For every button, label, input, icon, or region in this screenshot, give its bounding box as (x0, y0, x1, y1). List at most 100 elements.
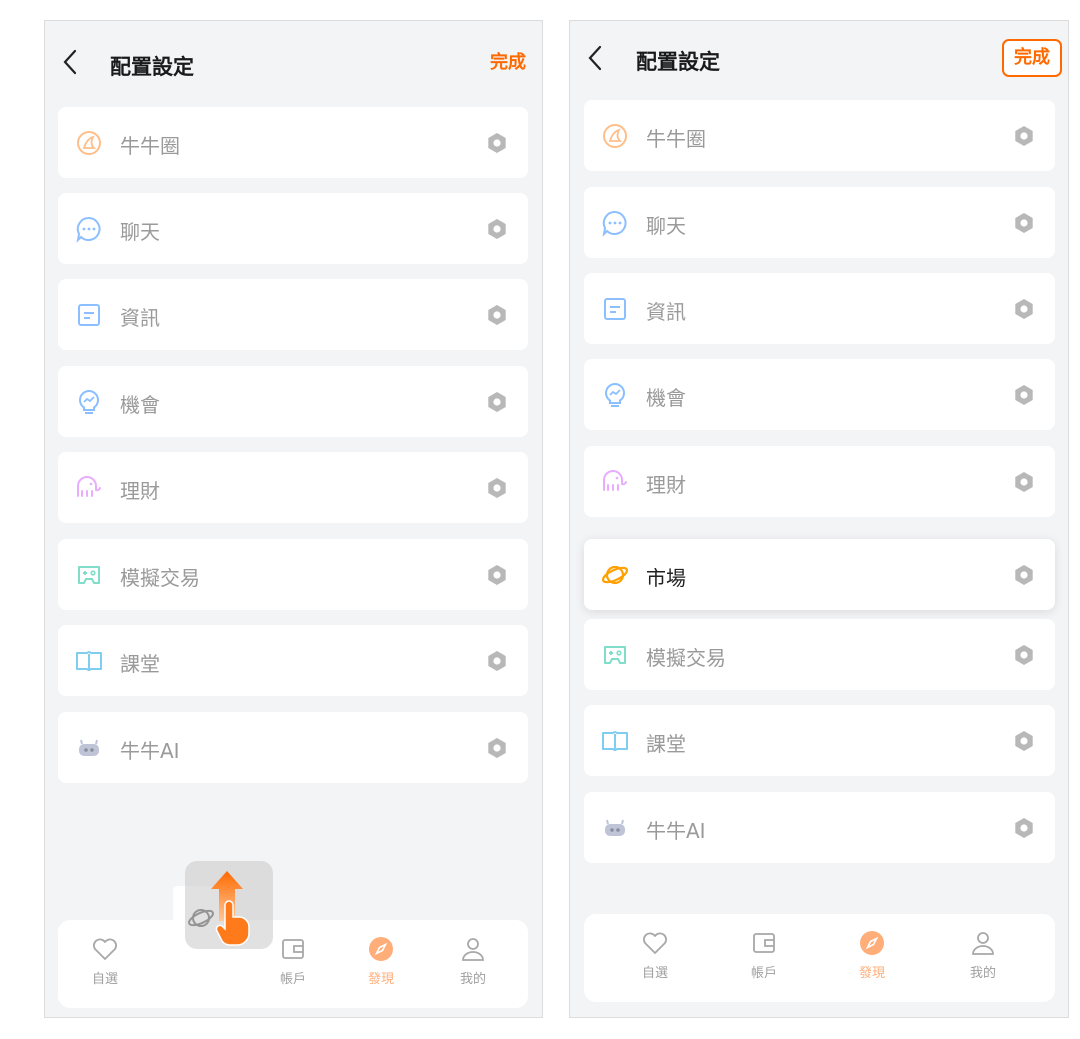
gear-icon[interactable] (1013, 564, 1035, 586)
config-row-market[interactable]: 市場 (584, 539, 1055, 610)
config-row-label: 機會 (120, 393, 160, 417)
gear-icon[interactable] (486, 650, 508, 672)
news-document-icon (604, 298, 626, 320)
gear-icon[interactable] (1013, 730, 1035, 752)
tab-me[interactable]: 我的 (953, 928, 1013, 988)
chat-bubble-icon (76, 216, 101, 243)
back-button[interactable] (584, 43, 608, 73)
bottom-tab-bar: 自選 帳戶 發現 我的 (58, 920, 528, 1008)
gear-icon[interactable] (1013, 644, 1035, 666)
config-row-chat[interactable]: 聊天 (58, 193, 528, 264)
config-row-paper-trading[interactable]: 模擬交易 (584, 619, 1055, 690)
compass-icon (860, 931, 884, 955)
done-button[interactable]: 完成 (490, 54, 526, 72)
tab-discover[interactable]: 發現 (842, 928, 902, 988)
config-row-label: 市場 (646, 566, 686, 590)
header: 配置設定 完成 (570, 21, 1068, 107)
gear-icon[interactable] (1013, 212, 1035, 234)
header: 配置設定 完成 (45, 21, 542, 107)
config-row-label: 牛牛AI (646, 819, 706, 843)
moments-icon (77, 131, 101, 155)
gear-icon[interactable] (1013, 817, 1035, 839)
gear-icon[interactable] (486, 564, 508, 586)
compass-icon (369, 937, 393, 961)
config-row-ai[interactable]: 牛牛AI (58, 712, 528, 783)
bottom-tab-bar: 自選 帳戶 發現 我的 (584, 914, 1055, 1002)
config-row-label: 牛牛圈 (646, 127, 706, 151)
page-title: 配置設定 (110, 55, 194, 79)
config-row-news[interactable]: 資訊 (584, 273, 1055, 344)
tab-label: 發現 (367, 972, 394, 987)
config-row-label: 理財 (120, 479, 160, 503)
gear-icon[interactable] (1013, 471, 1035, 493)
config-row-label: 理財 (646, 473, 686, 497)
config-row-label: 聊天 (120, 220, 160, 244)
config-row-wealth[interactable]: 理財 (58, 452, 528, 523)
planet-icon (601, 565, 629, 585)
tab-label: 我的 (459, 972, 486, 987)
config-row-label: 課堂 (646, 732, 686, 756)
gear-icon[interactable] (1013, 298, 1035, 320)
tab-label: 我的 (969, 966, 996, 981)
config-row-classroom[interactable]: 課堂 (58, 625, 528, 696)
config-row-news[interactable]: 資訊 (58, 279, 528, 350)
page-title: 配置設定 (636, 50, 720, 74)
gamepad-icon (604, 646, 626, 664)
config-row-paper-trading[interactable]: 模擬交易 (58, 539, 528, 610)
config-row-label: 模擬交易 (646, 646, 726, 670)
gear-icon[interactable] (1013, 125, 1035, 147)
tab-account[interactable]: 帳戶 (263, 934, 323, 994)
tab-label: 自選 (91, 972, 118, 987)
person-icon (462, 938, 484, 961)
open-book-icon (76, 651, 102, 671)
moments-icon (603, 124, 627, 148)
gear-icon[interactable] (486, 304, 508, 326)
tab-me[interactable]: 我的 (443, 934, 503, 994)
lightbulb-icon (78, 389, 100, 414)
gear-icon[interactable] (486, 218, 508, 240)
config-row-ai[interactable]: 牛牛AI (584, 792, 1055, 863)
open-book-icon (602, 731, 628, 751)
wallet-icon (753, 933, 775, 953)
heart-icon (93, 938, 117, 960)
tab-watchlist[interactable]: 自選 (625, 928, 685, 988)
gear-icon[interactable] (486, 737, 508, 759)
config-row-chat[interactable]: 聊天 (584, 187, 1055, 258)
heart-icon (643, 932, 667, 954)
config-row-label: 牛牛圈 (120, 134, 180, 158)
tab-label: 帳戶 (750, 966, 777, 981)
right-screen: 配置設定 完成 牛牛圈 聊天 資訊 機會 理財 市場 模擬交易 課堂 牛牛AI … (569, 20, 1069, 1018)
person-icon (972, 932, 994, 955)
chevron-left-icon (588, 45, 602, 71)
tab-label: 自選 (641, 966, 668, 981)
swipe-up-hand-icon (211, 871, 250, 946)
gear-icon[interactable] (486, 477, 508, 499)
config-row-label: 資訊 (120, 306, 160, 330)
config-row-opportunity[interactable]: 機會 (58, 366, 528, 437)
done-button[interactable]: 完成 (1002, 39, 1062, 77)
chevron-left-icon (63, 49, 77, 75)
gear-icon[interactable] (486, 391, 508, 413)
chat-bubble-icon (602, 210, 627, 237)
back-button[interactable] (59, 47, 83, 77)
config-row-wealth[interactable]: 理財 (584, 446, 1055, 517)
config-row-opportunity[interactable]: 機會 (584, 359, 1055, 430)
config-row-moments[interactable]: 牛牛圈 (58, 107, 528, 178)
config-row-label: 機會 (646, 386, 686, 410)
drag-gesture-hint (185, 861, 273, 949)
tab-label: 帳戶 (279, 972, 306, 987)
elephant-icon (603, 470, 627, 491)
tab-discover[interactable]: 發現 (351, 934, 411, 994)
config-row-moments[interactable]: 牛牛圈 (584, 100, 1055, 171)
gear-icon[interactable] (486, 132, 508, 154)
config-row-label: 資訊 (646, 300, 686, 324)
news-document-icon (78, 304, 100, 326)
config-row-classroom[interactable]: 課堂 (584, 705, 1055, 776)
tab-watchlist[interactable]: 自選 (75, 934, 135, 994)
gear-icon[interactable] (1013, 384, 1035, 406)
elephant-icon (77, 476, 101, 497)
config-row-label: 模擬交易 (120, 566, 200, 590)
robot-icon (79, 739, 99, 756)
tab-account[interactable]: 帳戶 (734, 928, 794, 988)
robot-icon (605, 819, 625, 836)
